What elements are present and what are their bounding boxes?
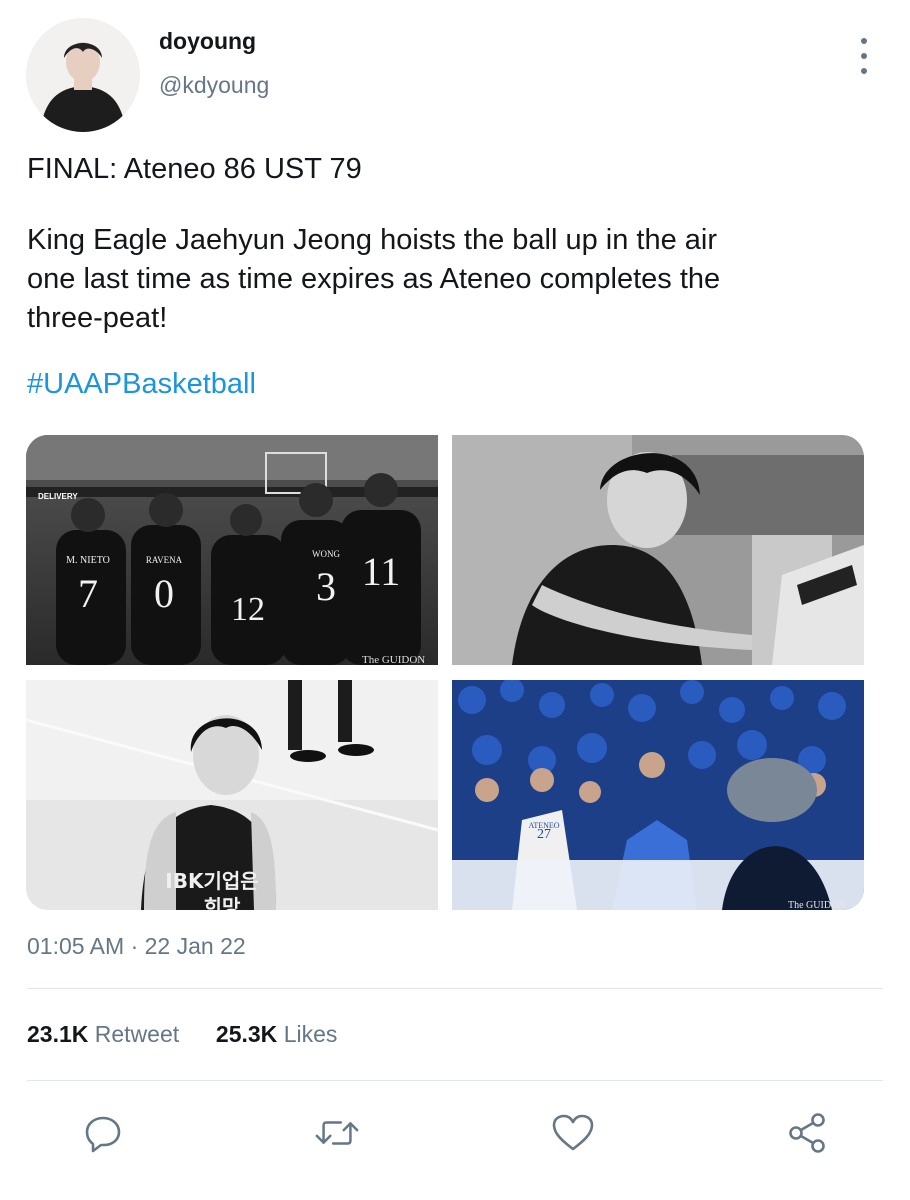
share-icon <box>789 1113 825 1153</box>
divider <box>27 1080 883 1081</box>
jersey-sponsor-text: 희망 <box>204 895 241 910</box>
jersey-name: WONG <box>312 549 340 559</box>
like-count[interactable]: 25.3K <box>216 1021 277 1047</box>
tweet-text-line: one last time as time expires as Ateneo … <box>27 263 721 295</box>
display-name[interactable]: doyoung <box>159 28 256 55</box>
photo-watermark: The GUIDON <box>362 654 425 665</box>
jersey-number: 3 <box>316 564 336 609</box>
jersey-name: RAVENA <box>146 555 183 565</box>
jersey-team: ATENEO <box>528 821 559 830</box>
tweet-text-line: FINAL: Ateneo 86 UST 79 <box>27 153 362 185</box>
retweet-label[interactable]: Retweet <box>95 1021 179 1047</box>
divider <box>27 988 883 989</box>
media-photo-4[interactable]: 27 ATENEO The GUIDON <box>452 680 864 910</box>
photo-watermark: The GUIDON <box>788 900 846 910</box>
retweet-count[interactable]: 23.1K <box>27 1021 88 1047</box>
more-options-button[interactable] <box>850 38 878 74</box>
tweet-timestamp[interactable]: 01:05 AM · 22 Jan 22 <box>27 933 246 960</box>
avatar-image <box>26 18 140 132</box>
jersey-name: M. NIETO <box>66 555 110 566</box>
media-photo-2[interactable] <box>452 435 864 665</box>
like-icon <box>552 1114 594 1151</box>
media-photo-3[interactable]: IBK기업은 희망 <box>26 680 438 910</box>
hashtag-link[interactable]: #UAAPBasketball <box>27 368 256 401</box>
jersey-number: 11 <box>362 549 401 594</box>
jersey-number: 0 <box>154 571 174 616</box>
tweet-text-line: three-peat! <box>27 302 168 334</box>
tweet-text-line: King Eagle Jaehyun Jeong hoists the ball… <box>27 224 718 256</box>
crowd-celebration-photo: 27 ATENEO The GUIDON <box>452 680 864 910</box>
reply-button[interactable] <box>80 1110 126 1156</box>
team-celebration-photo: DELIVERY M. NIETO 7 RAVENA 0 12 WONG 3 1… <box>26 435 438 665</box>
media-photo-1[interactable]: DELIVERY M. NIETO 7 RAVENA 0 12 WONG 3 1… <box>26 435 438 665</box>
more-dot-icon <box>861 38 867 44</box>
engagement-stats: 23.1K Retweet 25.3K Likes <box>27 1021 337 1048</box>
jersey-number: 12 <box>231 591 265 628</box>
player-closeup-photo <box>452 435 864 665</box>
like-button[interactable] <box>550 1110 596 1156</box>
reply-icon <box>85 1116 121 1153</box>
share-button[interactable] <box>784 1110 830 1156</box>
like-label[interactable]: Likes <box>284 1021 338 1047</box>
player-smiling-photo: IBK기업은 희망 <box>26 680 438 910</box>
jersey-sponsor-text: IBK기업은 <box>165 869 258 893</box>
more-dot-icon <box>861 53 867 59</box>
avatar[interactable] <box>26 18 140 132</box>
more-dot-icon <box>861 68 867 74</box>
user-handle[interactable]: @kdyoung <box>159 72 269 99</box>
arena-banner-text: DELIVERY <box>38 492 78 501</box>
jersey-number: 7 <box>78 571 98 616</box>
retweet-icon <box>315 1121 359 1145</box>
retweet-button[interactable] <box>314 1110 360 1156</box>
